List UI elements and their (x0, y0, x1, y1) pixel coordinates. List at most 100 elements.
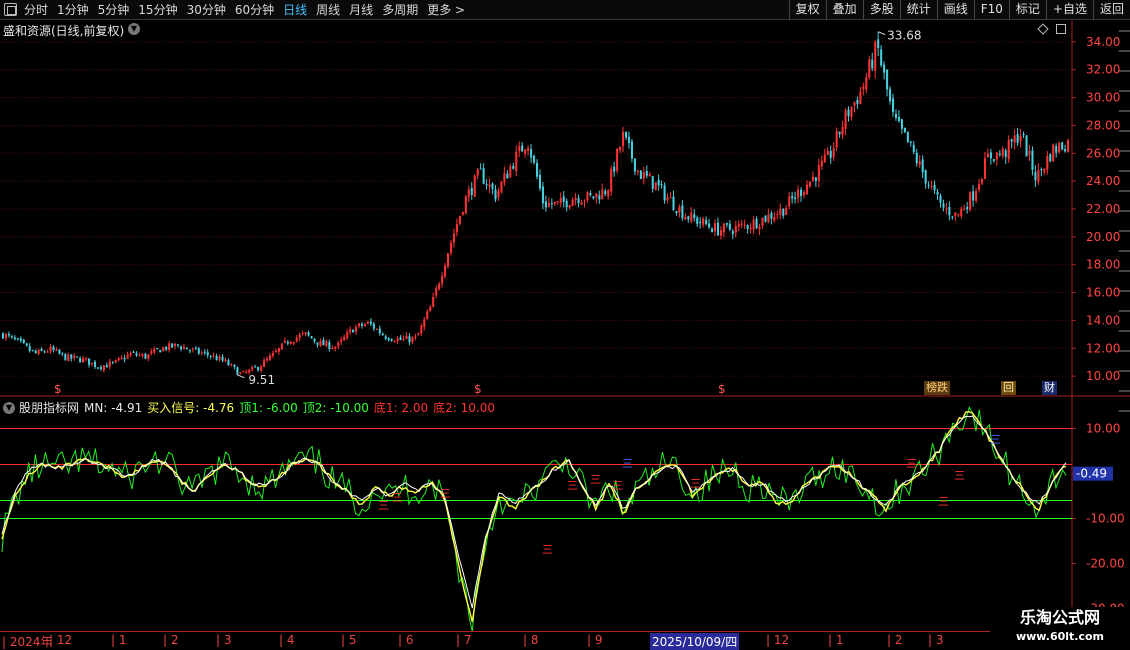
candle (215, 353, 218, 361)
cursor-date: 2025/10/09/四 (650, 633, 740, 650)
badge-finance[interactable]: 财 (1042, 381, 1057, 395)
toolbar-button-4[interactable]: 画线 (936, 0, 974, 20)
toolbar-button-7[interactable]: +自选 (1045, 0, 1093, 20)
candle (497, 187, 500, 201)
candle (752, 215, 755, 235)
candle (355, 324, 358, 335)
current-value-label: -0.49 (1076, 467, 1107, 481)
candle (527, 145, 530, 156)
toolbar-button-2[interactable]: 多股 (862, 0, 900, 20)
candle (16, 337, 19, 341)
candle (168, 341, 171, 353)
indicator-chart[interactable]: 10.000.00-10.00-20.00-30.00三三三三三三三三三三三三三… (0, 397, 1130, 631)
candle (900, 118, 903, 134)
candle (414, 333, 417, 341)
candle (838, 131, 841, 138)
candle (844, 108, 847, 136)
price-tick-label: 16.00 (1086, 286, 1120, 300)
badge-ranking[interactable]: 榜跌 (924, 381, 950, 395)
event-marker[interactable]: $ (474, 382, 482, 396)
candle (983, 152, 987, 180)
candle (221, 354, 224, 363)
candle (518, 141, 521, 158)
right-panel-edge[interactable]: ———————————————————— (1118, 21, 1130, 421)
period-1[interactable]: 1分钟 (57, 2, 89, 18)
event-marker[interactable]: $ (54, 382, 62, 396)
candle (420, 323, 423, 336)
expand-icon[interactable] (1056, 24, 1066, 34)
candle (304, 332, 307, 337)
candle (239, 372, 242, 375)
candle (556, 200, 559, 205)
period-7[interactable]: 周线 (316, 2, 340, 18)
candle (553, 201, 556, 206)
title-dropdown-icon[interactable]: ▼ (128, 23, 140, 35)
toolbar-button-5[interactable]: F10 (973, 0, 1009, 20)
candle (242, 370, 245, 373)
price-tick-label: 28.00 (1086, 118, 1120, 132)
period-5[interactable]: 60分钟 (235, 2, 274, 18)
toolbar-button-6[interactable]: 标记 (1008, 0, 1046, 20)
candle (808, 181, 811, 188)
indicator-dropdown-icon[interactable]: ▼ (3, 401, 15, 414)
signal-mark-blue: 三 (622, 457, 633, 470)
candle (449, 240, 453, 256)
candle (571, 197, 574, 207)
candle (871, 52, 874, 72)
candle (921, 155, 924, 179)
period-4[interactable]: 30分钟 (187, 2, 226, 18)
toolbar-button-3[interactable]: 统计 (899, 0, 937, 20)
candle (995, 151, 998, 166)
period-3[interactable]: 15分钟 (138, 2, 177, 18)
candle (886, 69, 889, 97)
window-icon[interactable] (4, 3, 17, 16)
time-tick-label: | 6 (398, 633, 414, 647)
candle (817, 158, 820, 188)
time-tick-label: | 12 (766, 633, 790, 647)
candle (592, 196, 595, 200)
period-10[interactable]: 更多 > (427, 2, 465, 18)
indicator-name[interactable]: 股朋指标网 (19, 399, 79, 416)
signal-mark: 三 (567, 479, 578, 492)
kline-chart[interactable]: 10.00 12.00 14.00 16.00 18.00 20.00 22.00 24.00… (0, 21, 1130, 397)
candle (969, 191, 972, 212)
period-0[interactable]: 分时 (24, 2, 48, 18)
period-6[interactable]: 日线 (283, 2, 307, 18)
candle (1025, 134, 1028, 157)
time-tick-label: | 1 (111, 633, 127, 647)
candle (346, 329, 349, 341)
legend-buy-signal: 买入信号: -4.76 (147, 401, 235, 415)
candle (892, 93, 895, 117)
candle (767, 208, 770, 224)
candle (120, 355, 123, 360)
event-marker[interactable]: $ (718, 382, 726, 396)
candle (328, 339, 331, 352)
price-tick-label: 12.00 (1086, 341, 1120, 355)
time-tick-label: | 9 (587, 633, 603, 647)
time-tick-label: | 2 (163, 633, 179, 647)
period-9[interactable]: 多周期 (382, 2, 418, 18)
candle (645, 165, 648, 179)
price-tick-label: 26.00 (1086, 146, 1120, 160)
candle (1067, 138, 1070, 153)
candle (91, 362, 94, 367)
period-8[interactable]: 月线 (349, 2, 373, 18)
candle (975, 187, 978, 204)
candle (150, 348, 153, 356)
signal-mark: 三 (906, 457, 917, 470)
candle (271, 350, 275, 359)
candle (88, 358, 91, 368)
toolbar-button-1[interactable]: 叠加 (825, 0, 863, 20)
candle (981, 177, 984, 186)
period-2[interactable]: 5分钟 (98, 2, 130, 18)
candle (889, 86, 892, 105)
candle (696, 215, 699, 227)
candle (316, 342, 319, 348)
toolbar-button-8[interactable]: 返回 (1092, 0, 1130, 20)
toolbar-button-0[interactable]: 复权 (788, 0, 826, 20)
candle (782, 208, 785, 219)
candle (171, 343, 174, 349)
time-tick-label: | 4 (279, 633, 295, 647)
candle (399, 335, 402, 341)
badge-hui[interactable]: 回 (1001, 381, 1016, 395)
